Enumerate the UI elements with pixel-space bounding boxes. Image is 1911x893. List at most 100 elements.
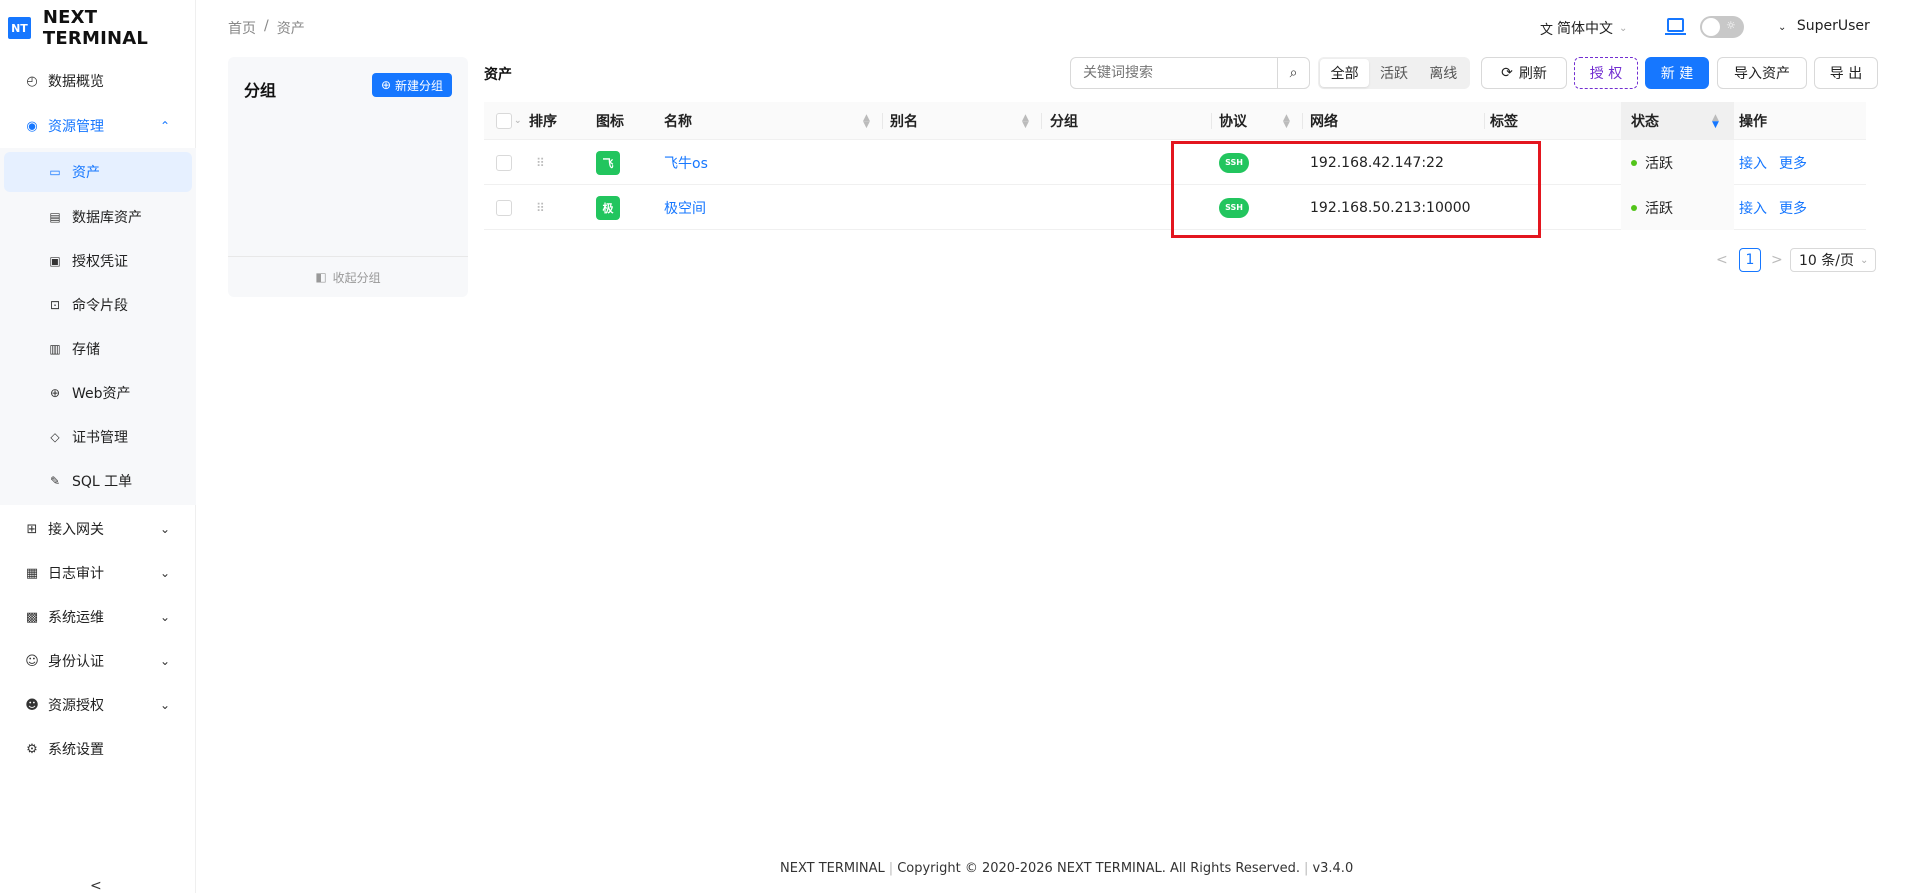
asset-name-link[interactable]: 极空间 — [664, 198, 706, 218]
new-group-button[interactable]: ⊕ 新建分组 — [372, 73, 452, 97]
new-asset-button[interactable]: 新 建 — [1645, 57, 1709, 89]
drag-handle[interactable]: ⠿ — [536, 185, 546, 230]
theme-toggle[interactable]: ☼ — [1700, 16, 1744, 38]
gear-icon: ⚙ — [26, 741, 38, 757]
submenu-item-label: 数据库资产 — [72, 210, 142, 226]
nav-item-authorization[interactable]: ☻ 资源授权 ⌄ — [0, 685, 196, 725]
brand[interactable]: NT NEXT TERMINAL — [8, 7, 195, 49]
add-group-icon: ⊕ — [380, 78, 392, 92]
refresh-button[interactable]: ⟳ 刷新 — [1481, 57, 1567, 89]
collapse-sidebar-button[interactable]: < — [90, 878, 102, 893]
user-name: SuperUser — [1796, 18, 1870, 34]
page-number[interactable]: 1 — [1739, 248, 1761, 272]
user-auth-icon: ☺ — [25, 653, 39, 669]
translate-icon: 文 — [1540, 22, 1554, 38]
page-footer: NEXT TERMINAL | Copyright © 2020-2026 NEXT… — [780, 861, 1354, 876]
next-page-button[interactable]: > — [1771, 248, 1783, 272]
nav-item-resource-management[interactable]: ◉ 资源管理 ⌃ — [0, 106, 196, 146]
search-box: ⌕ — [1070, 57, 1310, 89]
nav-item-identity[interactable]: ☺ 身份认证 ⌄ — [0, 641, 196, 681]
column-sort: 排序 — [529, 114, 557, 130]
nav-item-overview[interactable]: ◴ 数据概览 — [0, 61, 196, 101]
select-all-checkbox[interactable]: ⌄ — [496, 102, 526, 140]
terminal-icon: ⊡ — [49, 298, 61, 312]
globe-icon: ⊕ — [49, 386, 61, 400]
chevron-down-icon: ⌄ — [1778, 22, 1787, 33]
refresh-icon: ⟳ — [1501, 65, 1513, 81]
nav-item-settings[interactable]: ⚙ 系统设置 — [0, 729, 196, 769]
search-button[interactable]: ⌕ — [1277, 58, 1309, 88]
nav-item-label: 资源管理 — [48, 119, 104, 135]
language-selector[interactable]: 文 简体中文 ⌄ — [1540, 18, 1627, 38]
nav-item-label: 日志审计 — [48, 566, 104, 582]
gateway-icon: ⊞ — [26, 521, 38, 537]
submenu-item-certificates[interactable]: ◇ 证书管理 — [0, 417, 196, 457]
asset-icon-cell: 飞 — [596, 140, 620, 185]
asset-name-link[interactable]: 飞牛os — [664, 153, 708, 173]
submenu-item-assets[interactable]: ▭ 资产 — [4, 152, 192, 192]
chevron-down-icon: ⌄ — [514, 116, 522, 126]
asset-status-cell: 活跃 — [1621, 185, 1734, 230]
breadcrumb-home[interactable]: 首页 — [228, 18, 256, 38]
nav-item-gateway[interactable]: ⊞ 接入网关 ⌄ — [0, 509, 196, 549]
user-menu[interactable]: ⌄ SuperUser — [1778, 18, 1870, 34]
submenu-item-commands[interactable]: ⊡ 命令片段 — [0, 285, 196, 325]
nav-item-label: 接入网关 — [48, 522, 104, 538]
sort-icon[interactable]: ▲ ▼ — [1712, 114, 1719, 130]
page-size-select[interactable]: 10 条/页 ⌄ — [1790, 248, 1876, 272]
prev-page-button[interactable]: < — [1716, 248, 1728, 272]
footer-version: v3.4.0 — [1312, 861, 1354, 876]
group-panel: 分组 ⊕ 新建分组 ◧ 收起分组 — [228, 57, 468, 297]
monitor-icon[interactable] — [1665, 18, 1686, 35]
nav-item-ops[interactable]: ▩ 系统运维 ⌄ — [0, 597, 196, 637]
export-button[interactable]: 导 出 — [1814, 57, 1878, 89]
filter-active[interactable]: 活跃 — [1369, 59, 1418, 87]
column-divider — [1484, 113, 1485, 129]
row-checkbox[interactable] — [496, 140, 512, 185]
collapse-group-button[interactable]: ◧ 收起分组 — [228, 256, 468, 297]
row-checkbox[interactable] — [496, 185, 512, 230]
column-name[interactable]: 名称 — [664, 102, 692, 140]
connect-link[interactable]: 接入 — [1739, 153, 1767, 173]
more-link[interactable]: 更多 — [1779, 198, 1807, 218]
table-header: ⌄ 排序 图标 名称 ▲ ▼ 别名 ▲ ▼ 分组 协议 ▲ ▼ 网络 标签 状态 ▲ ▼… — [484, 102, 1866, 140]
submenu-item-database-assets[interactable]: ▤ 数据库资产 — [0, 197, 196, 237]
checkbox — [496, 113, 512, 129]
brand-name: NEXT TERMINAL — [42, 7, 149, 49]
filter-offline[interactable]: 离线 — [1419, 59, 1468, 87]
submenu-item-sql-orders[interactable]: ✎ SQL 工单 — [0, 461, 196, 501]
submenu-item-label: Web资产 — [72, 386, 131, 402]
footer-copyright: Copyright © 2020-2026 NEXT TERMINAL. All… — [897, 861, 1301, 876]
submenu-item-label: 命令片段 — [72, 298, 128, 314]
search-input[interactable] — [1071, 58, 1277, 88]
column-protocol[interactable]: 协议 — [1219, 102, 1247, 140]
filter-all[interactable]: 全部 — [1320, 59, 1370, 87]
submenu-item-storage[interactable]: ▥ 存储 — [0, 329, 196, 369]
submenu-item-label: 授权凭证 — [72, 254, 128, 270]
asset-logo-icon: 飞 — [596, 150, 620, 175]
sun-icon: ☼ — [1726, 19, 1736, 32]
chevron-down-icon: ⌄ — [160, 522, 171, 536]
submenu-item-credentials[interactable]: ▣ 授权凭证 — [0, 241, 196, 281]
dashboard-icon: ◴ — [26, 73, 38, 89]
sort-icon[interactable]: ▲ ▼ — [1022, 114, 1029, 130]
import-assets-button[interactable]: 导入资产 — [1717, 57, 1807, 89]
asset-logo-icon: 极 — [596, 195, 620, 220]
drag-handle[interactable]: ⠿ — [536, 140, 546, 185]
sidebar: NT NEXT TERMINAL ◴ 数据概览 ◉ 资源管理 ⌃ ▭ 资产 ▤ … — [0, 0, 196, 893]
more-link[interactable]: 更多 — [1779, 153, 1807, 173]
authorize-button[interactable]: 授 权 — [1574, 57, 1638, 89]
drag-icon: ⠿ — [536, 155, 546, 170]
shield-icon: ◇ — [50, 430, 60, 444]
submenu-item-web-assets[interactable]: ⊕ Web资产 — [0, 373, 196, 413]
sort-icon[interactable]: ▲ ▼ — [863, 114, 870, 130]
sort-icon[interactable]: ▲ ▼ — [1283, 114, 1290, 130]
column-alias[interactable]: 别名 — [890, 102, 918, 140]
connect-link[interactable]: 接入 — [1739, 198, 1767, 218]
chevron-down-icon: ⌄ — [160, 566, 171, 580]
asset-actions-cell: 接入 更多 — [1739, 185, 1807, 230]
nav-item-audit[interactable]: ▦ 日志审计 ⌄ — [0, 553, 196, 593]
status-filter: 全部 活跃 离线 — [1318, 57, 1470, 89]
submenu-item-label: 存储 — [72, 342, 100, 358]
column-tags: 标签 — [1490, 114, 1518, 130]
